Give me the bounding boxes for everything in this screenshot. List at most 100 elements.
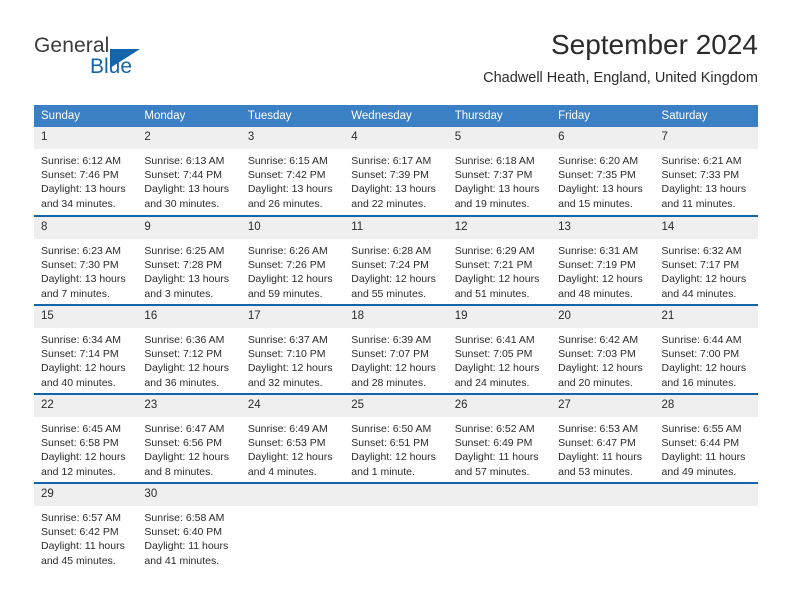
sunrise-text: Sunrise: 6:52 AM — [454, 423, 535, 435]
weekday-header-monday: Monday — [137, 105, 241, 127]
calendar-day-cell[interactable]: 2 Sunrise: 6:13 AM Sunset: 7:44 PM Daylight… — [137, 127, 241, 216]
calendar-day-cell[interactable]: 9 Sunrise: 6:25 AM Sunset: 7:28 PM Daylight… — [137, 215, 241, 305]
day-cell-inner — [240, 484, 345, 572]
calendar-day-cell[interactable]: 23 Sunrise: 6:47 AM Sunset: 6:56 PM Dayligh… — [137, 393, 241, 483]
calendar-day-cell[interactable]: 16 Sunrise: 6:36 AM Sunset: 7:12 PM Dayligh… — [137, 304, 241, 394]
day-number: 7 — [654, 127, 758, 149]
daylight-text: Daylight: 11 hours and 53 minutes. — [558, 451, 642, 478]
calendar-day-cell[interactable]: 3 Sunrise: 6:15 AM Sunset: 7:42 PM Daylight… — [240, 127, 345, 216]
calendar-day-cell[interactable]: 13 Sunrise: 6:31 AM Sunset: 7:19 PM Dayligh… — [551, 215, 655, 305]
day-number: 22 — [34, 395, 138, 417]
day-details: Sunrise: 6:37 AM Sunset: 7:10 PM Daylight:… — [241, 328, 344, 390]
calendar-day-cell[interactable]: 12 Sunrise: 6:29 AM Sunset: 7:21 PM Dayligh… — [447, 215, 552, 305]
day-number: 24 — [240, 395, 345, 417]
daylight-text: Daylight: 12 hours and 36 minutes. — [144, 362, 230, 389]
sunset-text: Sunset: 7:10 PM — [247, 348, 326, 361]
sunset-text: Sunset: 6:58 PM — [41, 437, 119, 450]
daylight-text: Daylight: 12 hours and 4 minutes. — [247, 451, 333, 478]
weekday-header-saturday: Saturday — [654, 105, 758, 127]
day-details: Sunrise: 6:49 AM Sunset: 6:53 PM Daylight:… — [241, 417, 344, 479]
day-cell-inner: 4 Sunrise: 6:17 AM Sunset: 7:39 PM Daylight… — [344, 127, 448, 215]
calendar-day-cell[interactable]: 4 Sunrise: 6:17 AM Sunset: 7:39 PM Daylight… — [344, 127, 448, 216]
sunrise-text: Sunrise: 6:45 AM — [41, 423, 121, 435]
calendar-day-cell[interactable]: 17 Sunrise: 6:37 AM Sunset: 7:10 PM Dayligh… — [240, 304, 345, 394]
calendar-day-cell[interactable]: 21 Sunrise: 6:44 AM Sunset: 7:00 PM Dayligh… — [654, 304, 758, 394]
sunrise-text: Sunrise: 6:58 AM — [144, 512, 225, 524]
day-number: 5 — [447, 127, 552, 149]
calendar-day-cell[interactable]: 27 Sunrise: 6:53 AM Sunset: 6:47 PM Dayligh… — [551, 393, 655, 483]
day-details: Sunrise: 6:13 AM Sunset: 7:44 PM Daylight:… — [137, 149, 240, 211]
sunrise-text: Sunrise: 6:29 AM — [454, 245, 535, 257]
calendar-day-cell[interactable]: 8 Sunrise: 6:23 AM Sunset: 7:30 PM Daylight… — [34, 215, 138, 305]
day-number: 12 — [447, 217, 552, 239]
sunrise-text: Sunrise: 6:21 AM — [661, 155, 742, 167]
day-cell-inner: 10 Sunrise: 6:26 AM Sunset: 7:26 PM Dayligh… — [240, 217, 345, 304]
day-number — [447, 484, 552, 506]
day-cell-inner — [654, 484, 758, 572]
calendar-day-cell[interactable]: 30 Sunrise: 6:58 AM Sunset: 6:40 PM Dayligh… — [137, 482, 241, 572]
calendar-day-cell[interactable]: 28 Sunrise: 6:55 AM Sunset: 6:44 PM Dayligh… — [654, 393, 758, 483]
calendar-day-cell[interactable]: 20 Sunrise: 6:42 AM Sunset: 7:03 PM Dayligh… — [551, 304, 655, 394]
sunset-text: Sunset: 7:14 PM — [41, 348, 119, 361]
calendar-day-cell[interactable]: 19 Sunrise: 6:41 AM Sunset: 7:05 PM Dayligh… — [447, 304, 552, 394]
sunrise-text: Sunrise: 6:57 AM — [41, 512, 121, 524]
sunset-text: Sunset: 7:44 PM — [144, 169, 223, 182]
calendar-day-cell[interactable]: 22 Sunrise: 6:45 AM Sunset: 6:58 PM Dayligh… — [34, 393, 138, 483]
sunrise-text: Sunrise: 6:12 AM — [41, 155, 121, 167]
day-cell-inner: 16 Sunrise: 6:36 AM Sunset: 7:12 PM Dayligh… — [137, 306, 241, 393]
calendar-day-cell[interactable]: 7 Sunrise: 6:21 AM Sunset: 7:33 PM Daylight… — [654, 127, 758, 216]
sunrise-text: Sunrise: 6:49 AM — [247, 423, 328, 435]
day-details: Sunrise: 6:21 AM Sunset: 7:33 PM Daylight:… — [655, 149, 758, 211]
day-number: 8 — [34, 217, 138, 239]
day-number: 30 — [137, 484, 241, 506]
sunset-text: Sunset: 7:03 PM — [558, 348, 636, 361]
sunset-text: Sunset: 7:26 PM — [247, 259, 326, 272]
calendar-day-cell-empty — [240, 482, 345, 572]
day-details: Sunrise: 6:42 AM Sunset: 7:03 PM Daylight:… — [551, 328, 654, 390]
sunrise-text: Sunrise: 6:20 AM — [558, 155, 639, 167]
day-number — [344, 484, 448, 506]
sunrise-text: Sunrise: 6:39 AM — [351, 334, 432, 346]
day-details: Sunrise: 6:20 AM Sunset: 7:35 PM Daylight:… — [551, 149, 654, 211]
calendar-day-cell[interactable]: 5 Sunrise: 6:18 AM Sunset: 7:37 PM Daylight… — [447, 127, 552, 216]
calendar-day-cell[interactable]: 11 Sunrise: 6:28 AM Sunset: 7:24 PM Dayligh… — [344, 215, 448, 305]
daylight-text: Daylight: 12 hours and 16 minutes. — [661, 362, 747, 389]
calendar-day-cell-empty — [551, 482, 655, 572]
calendar-day-cell[interactable]: 24 Sunrise: 6:49 AM Sunset: 6:53 PM Dayligh… — [240, 393, 345, 483]
calendar-day-cell[interactable]: 10 Sunrise: 6:26 AM Sunset: 7:26 PM Dayligh… — [240, 215, 345, 305]
sunrise-text: Sunrise: 6:26 AM — [247, 245, 328, 257]
calendar-day-cell[interactable]: 1 Sunrise: 6:12 AM Sunset: 7:46 PM Daylight… — [34, 127, 138, 216]
sunset-text: Sunset: 7:05 PM — [454, 348, 533, 361]
day-cell-inner: 1 Sunrise: 6:12 AM Sunset: 7:46 PM Daylight… — [34, 127, 138, 215]
daylight-text: Daylight: 12 hours and 24 minutes. — [454, 362, 540, 389]
daylight-text: Daylight: 11 hours and 57 minutes. — [454, 451, 539, 478]
calendar-day-cell[interactable]: 18 Sunrise: 6:39 AM Sunset: 7:07 PM Dayligh… — [344, 304, 448, 394]
weekday-header-thursday: Thursday — [447, 105, 552, 127]
day-details: Sunrise: 6:53 AM Sunset: 6:47 PM Daylight:… — [551, 417, 654, 479]
sunset-text: Sunset: 7:21 PM — [454, 259, 533, 272]
day-cell-inner: 17 Sunrise: 6:37 AM Sunset: 7:10 PM Dayligh… — [240, 306, 345, 393]
calendar-day-cell[interactable]: 14 Sunrise: 6:32 AM Sunset: 7:17 PM Dayligh… — [654, 215, 758, 305]
calendar-page: General Blue September 2024 Chadwell Hea… — [0, 0, 792, 612]
calendar-day-cell[interactable]: 26 Sunrise: 6:52 AM Sunset: 6:49 PM Dayligh… — [447, 393, 552, 483]
daylight-text: Daylight: 12 hours and 48 minutes. — [558, 273, 643, 300]
general-blue-logo[interactable]: General Blue — [34, 34, 184, 82]
day-number: 25 — [344, 395, 448, 417]
day-cell-inner: 26 Sunrise: 6:52 AM Sunset: 6:49 PM Dayligh… — [447, 395, 552, 482]
calendar-day-cell[interactable]: 6 Sunrise: 6:20 AM Sunset: 7:35 PM Daylight… — [551, 127, 655, 216]
day-number: 26 — [447, 395, 552, 417]
calendar-day-cell[interactable]: 15 Sunrise: 6:34 AM Sunset: 7:14 PM Dayligh… — [34, 304, 138, 394]
weekday-header-sunday: Sunday — [34, 105, 138, 127]
day-details: Sunrise: 6:17 AM Sunset: 7:39 PM Daylight:… — [344, 149, 447, 211]
calendar-day-cell[interactable]: 25 Sunrise: 6:50 AM Sunset: 6:51 PM Dayligh… — [344, 393, 448, 483]
sunrise-text: Sunrise: 6:36 AM — [144, 334, 225, 346]
day-details: Sunrise: 6:44 AM Sunset: 7:00 PM Daylight:… — [655, 328, 758, 390]
day-cell-inner: 25 Sunrise: 6:50 AM Sunset: 6:51 PM Dayligh… — [344, 395, 448, 482]
sunrise-text: Sunrise: 6:28 AM — [351, 245, 432, 257]
day-number: 9 — [137, 217, 241, 239]
day-details: Sunrise: 6:18 AM Sunset: 7:37 PM Daylight:… — [448, 149, 551, 211]
day-cell-inner: 13 Sunrise: 6:31 AM Sunset: 7:19 PM Dayligh… — [551, 217, 655, 304]
day-cell-inner — [551, 484, 655, 572]
day-cell-inner: 23 Sunrise: 6:47 AM Sunset: 6:56 PM Dayligh… — [137, 395, 241, 482]
calendar-day-cell[interactable]: 29 Sunrise: 6:57 AM Sunset: 6:42 PM Dayligh… — [34, 482, 138, 572]
